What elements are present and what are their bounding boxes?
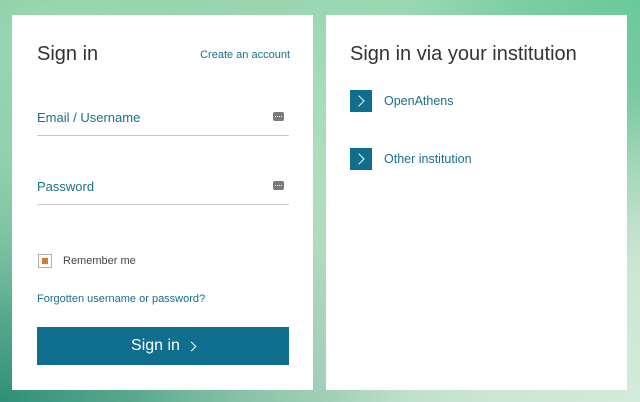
password-manager-key-icon[interactable] bbox=[273, 112, 284, 121]
chevron-right-icon bbox=[186, 341, 197, 352]
email-input[interactable] bbox=[37, 105, 262, 129]
remember-me-checkbox[interactable] bbox=[38, 254, 52, 268]
signin-panel: Sign in Create an account Remember me Fo… bbox=[12, 15, 313, 390]
create-account-link[interactable]: Create an account bbox=[200, 49, 290, 61]
password-manager-key-icon[interactable] bbox=[273, 181, 284, 190]
checkbox-checked-mark bbox=[42, 258, 48, 264]
forgot-credentials-link[interactable]: Forgotten username or password? bbox=[37, 293, 205, 305]
institution-item-other[interactable]: Other institution bbox=[350, 148, 472, 170]
email-field bbox=[37, 105, 289, 136]
institution-panel: Sign in via your institution OpenAthens … bbox=[326, 15, 627, 390]
password-field bbox=[37, 174, 289, 205]
signin-title: Sign in bbox=[37, 43, 99, 65]
remember-me-label: Remember me bbox=[63, 255, 136, 267]
institution-item-openathens[interactable]: OpenAthens bbox=[350, 90, 454, 112]
institution-item-label: Other institution bbox=[384, 152, 472, 166]
institution-title: Sign in via your institution bbox=[350, 43, 577, 65]
chevron-right-icon bbox=[350, 90, 372, 112]
password-input[interactable] bbox=[37, 174, 262, 198]
institution-item-label: OpenAthens bbox=[384, 94, 454, 108]
signin-button-label: Sign in bbox=[131, 337, 180, 354]
chevron-right-icon bbox=[350, 148, 372, 170]
signin-button[interactable]: Sign in bbox=[37, 327, 289, 365]
